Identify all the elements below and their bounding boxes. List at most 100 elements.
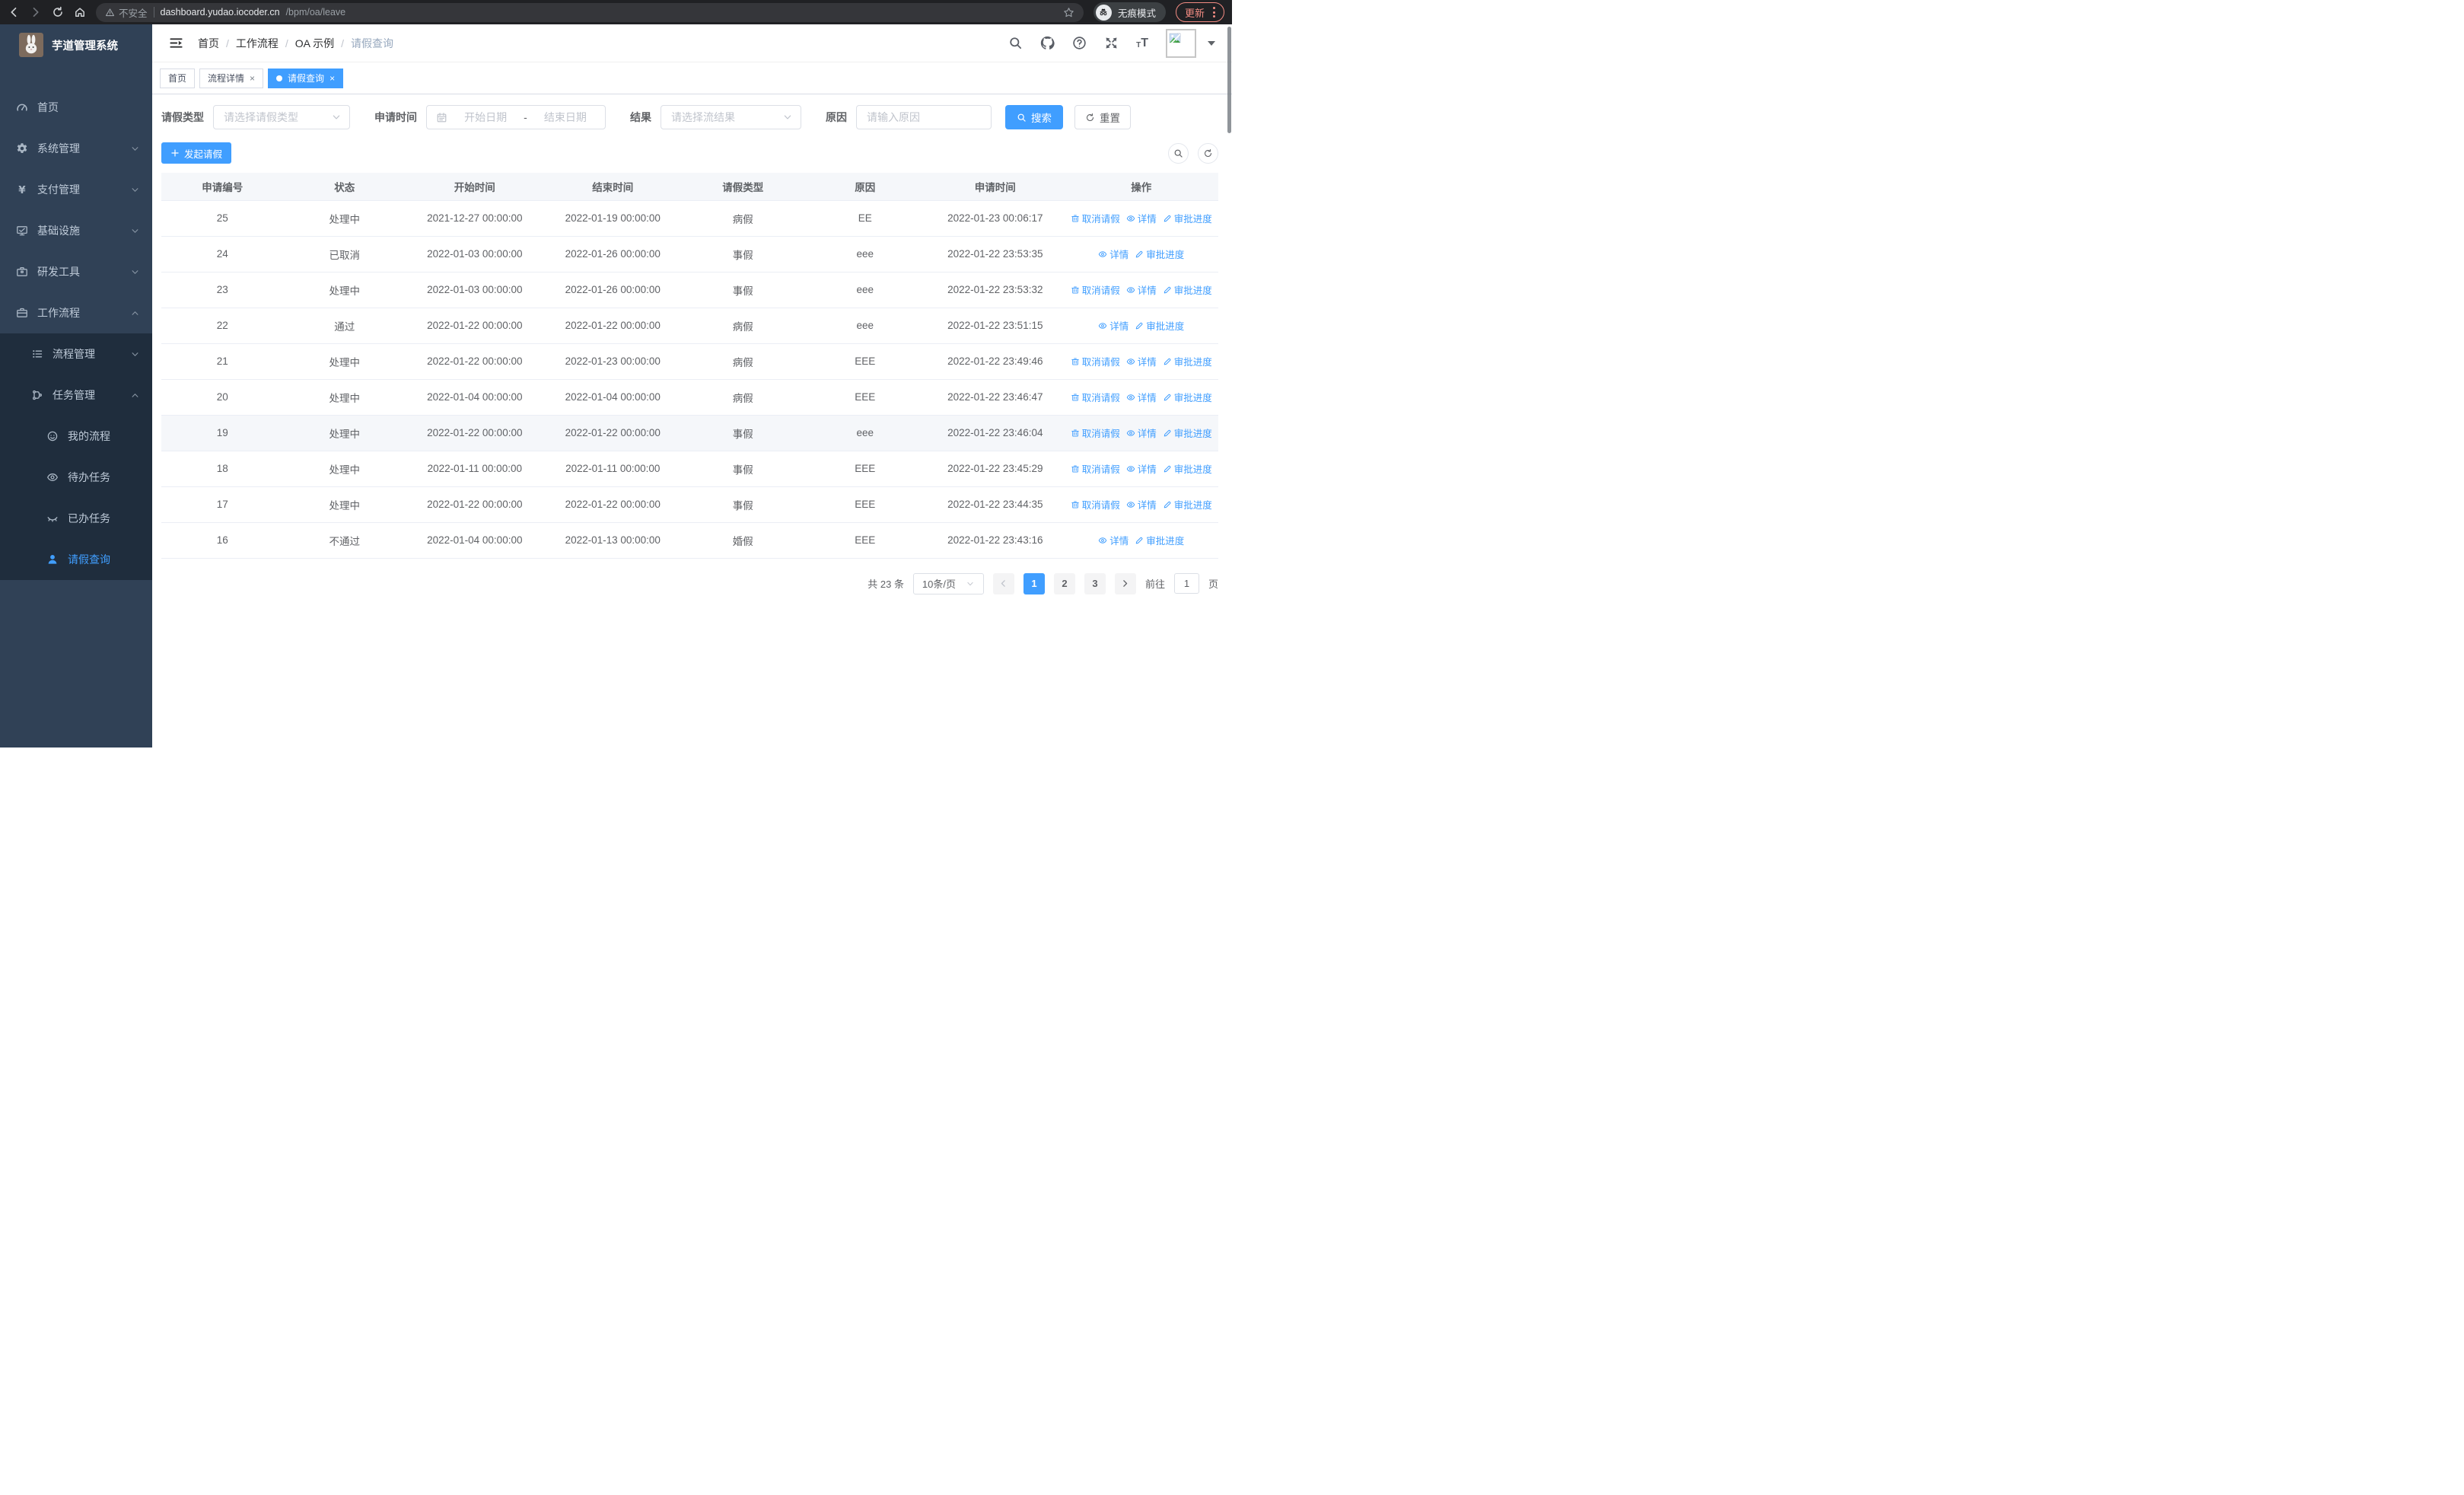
font-size-icon[interactable]: TT — [1136, 37, 1148, 49]
cancel-action-link[interactable]: 取消请假 — [1071, 497, 1120, 512]
detail-action-link[interactable]: 详情 — [1126, 497, 1157, 512]
cell-apply-time: 2022-01-22 23:46:04 — [926, 415, 1065, 451]
detail-action-link[interactable]: 详情 — [1126, 354, 1157, 368]
sidebar-item-label: 已办任务 — [68, 512, 110, 524]
next-page-button[interactable] — [1114, 572, 1136, 594]
chevron-left-icon — [998, 579, 1008, 588]
sidebar-fold-icon[interactable] — [169, 36, 183, 50]
create-leave-button[interactable]: 发起请假 — [161, 142, 232, 164]
sidebar-item-todo-task[interactable]: 待办任务 — [0, 457, 152, 498]
sidebar-item-my-process[interactable]: 我的流程 — [0, 416, 152, 457]
progress-action-link[interactable]: 审批进度 — [1163, 497, 1212, 512]
cell-end-time: 2022-01-22 00:00:00 — [543, 415, 682, 451]
progress-action-link[interactable]: 审批进度 — [1163, 354, 1212, 368]
apply-time-range-picker[interactable]: 开始日期 - 结束日期 — [426, 105, 606, 129]
detail-action-link[interactable]: 详情 — [1098, 318, 1129, 333]
progress-action-link[interactable]: 审批进度 — [1135, 318, 1184, 333]
security-chip[interactable]: 不安全 — [105, 5, 148, 20]
cancel-action-link[interactable]: 取消请假 — [1071, 211, 1120, 225]
progress-action-link[interactable]: 审批进度 — [1163, 282, 1212, 297]
detail-action-link[interactable]: 详情 — [1098, 247, 1129, 261]
table-refresh-button[interactable] — [1198, 142, 1218, 164]
goto-page-input[interactable] — [1173, 573, 1199, 594]
sidebar-item-infra[interactable]: 基础设施 — [0, 210, 152, 251]
tab-请假查询[interactable]: 请假查询 × — [268, 68, 344, 88]
sidebar-item-task-mgmt[interactable]: 任务管理 — [0, 375, 152, 416]
browser-update-chip[interactable]: 更新 — [1175, 2, 1224, 22]
table-row: 23 处理中 2022-01-03 00:00:00 2022-01-26 00:00… — [161, 272, 1218, 308]
result-select[interactable]: 请选择流结果 — [661, 105, 801, 129]
sidebar-item-dev-tools[interactable]: 研发工具 — [0, 251, 152, 292]
sidebar-item-home[interactable]: 首页 — [0, 87, 152, 128]
sidebar-item-system-mgmt[interactable]: 系统管理 — [0, 128, 152, 169]
avatar[interactable] — [1166, 28, 1196, 58]
eye-icon — [46, 471, 59, 483]
user-icon — [46, 553, 59, 566]
github-icon[interactable] — [1040, 36, 1055, 50]
app-logo-row[interactable]: 芋道管理系统 — [0, 24, 152, 65]
progress-action-link[interactable]: 审批进度 — [1135, 533, 1184, 547]
reason-input[interactable] — [856, 105, 992, 129]
prev-page-button[interactable] — [992, 572, 1014, 594]
detail-action-link[interactable]: 详情 — [1126, 390, 1157, 404]
page-button-2[interactable]: 2 — [1053, 572, 1075, 594]
back-icon[interactable] — [8, 6, 20, 18]
bookmark-star-icon[interactable] — [1063, 7, 1074, 18]
table-search-toggle-button[interactable] — [1168, 142, 1189, 164]
sidebar-item-label: 请假查询 — [68, 553, 110, 566]
fullscreen-icon[interactable] — [1104, 36, 1119, 50]
tab-close-icon[interactable]: × — [329, 74, 335, 83]
search-button[interactable]: 搜索 — [1005, 105, 1063, 129]
sidebar-item-workflow[interactable]: 工作流程 — [0, 292, 152, 333]
refresh-icon — [1085, 113, 1095, 123]
sidebar-item-label: 研发工具 — [37, 266, 80, 278]
cell-status: 处理中 — [283, 379, 406, 416]
cancel-action-link[interactable]: 取消请假 — [1071, 390, 1120, 404]
page-button-3[interactable]: 3 — [1084, 572, 1106, 594]
cell-reason: eee — [804, 415, 927, 451]
breadcrumb-home[interactable]: 首页 — [198, 36, 219, 51]
sidebar-item-process-mgmt[interactable]: 流程管理 — [0, 333, 152, 375]
detail-action-link[interactable]: 详情 — [1126, 426, 1157, 440]
reset-button[interactable]: 重置 — [1074, 105, 1131, 129]
help-icon[interactable] — [1072, 36, 1087, 50]
table-row: 22 通过 2022-01-22 00:00:00 2022-01-22 00:00:… — [161, 308, 1218, 344]
progress-action-link[interactable]: 审批进度 — [1163, 461, 1212, 476]
tab-流程详情[interactable]: 流程详情 × — [199, 68, 264, 88]
sidebar-item-leave-query[interactable]: 请假查询 — [0, 539, 152, 580]
avatar-caret-icon[interactable] — [1208, 40, 1215, 46]
browser-menu-icon[interactable] — [1213, 7, 1215, 18]
forward-icon[interactable] — [30, 6, 42, 18]
progress-action-link[interactable]: 审批进度 — [1163, 426, 1212, 440]
sidebar-item-done-task[interactable]: 已办任务 — [0, 498, 152, 539]
cancel-action-link[interactable]: 取消请假 — [1071, 461, 1120, 476]
cell-leave-type: 病假 — [682, 308, 804, 344]
cell-start-time: 2022-01-04 00:00:00 — [406, 522, 544, 559]
detail-action-link[interactable]: 详情 — [1126, 282, 1157, 297]
sidebar-item-pay-mgmt[interactable]: ¥ 支付管理 — [0, 169, 152, 210]
progress-action-link[interactable]: 审批进度 — [1163, 390, 1212, 404]
page-size-select[interactable]: 10条/页 — [912, 572, 984, 594]
cell-reason: eee — [804, 236, 927, 273]
progress-action-link[interactable]: 审批进度 — [1163, 211, 1212, 225]
tab-首页[interactable]: 首页 — [160, 68, 196, 88]
home-icon[interactable] — [74, 6, 86, 18]
breadcrumb-oa-example[interactable]: OA 示例 — [295, 36, 334, 51]
cancel-action-link[interactable]: 取消请假 — [1071, 354, 1120, 368]
leave-type-select[interactable]: 请选择请假类型 — [213, 105, 350, 129]
page-button-1[interactable]: 1 — [1023, 572, 1045, 594]
tab-close-icon[interactable]: × — [250, 74, 255, 83]
cancel-action-link[interactable]: 取消请假 — [1071, 282, 1120, 297]
trash-icon — [1071, 285, 1080, 295]
detail-action-link[interactable]: 详情 — [1126, 211, 1157, 225]
detail-action-link[interactable]: 详情 — [1098, 533, 1129, 547]
address-bar[interactable]: 不安全 dashboard.yudao.iocoder.cn/bpm/oa/le… — [96, 2, 1084, 22]
scrollbar-thumb[interactable] — [1227, 27, 1231, 133]
reload-icon[interactable] — [52, 6, 64, 18]
cell-end-time: 2022-01-22 00:00:00 — [543, 308, 682, 344]
progress-action-link[interactable]: 审批进度 — [1135, 247, 1184, 261]
search-icon[interactable] — [1008, 36, 1023, 50]
breadcrumb-workflow[interactable]: 工作流程 — [236, 36, 279, 51]
detail-action-link[interactable]: 详情 — [1126, 461, 1157, 476]
cancel-action-link[interactable]: 取消请假 — [1071, 426, 1120, 440]
